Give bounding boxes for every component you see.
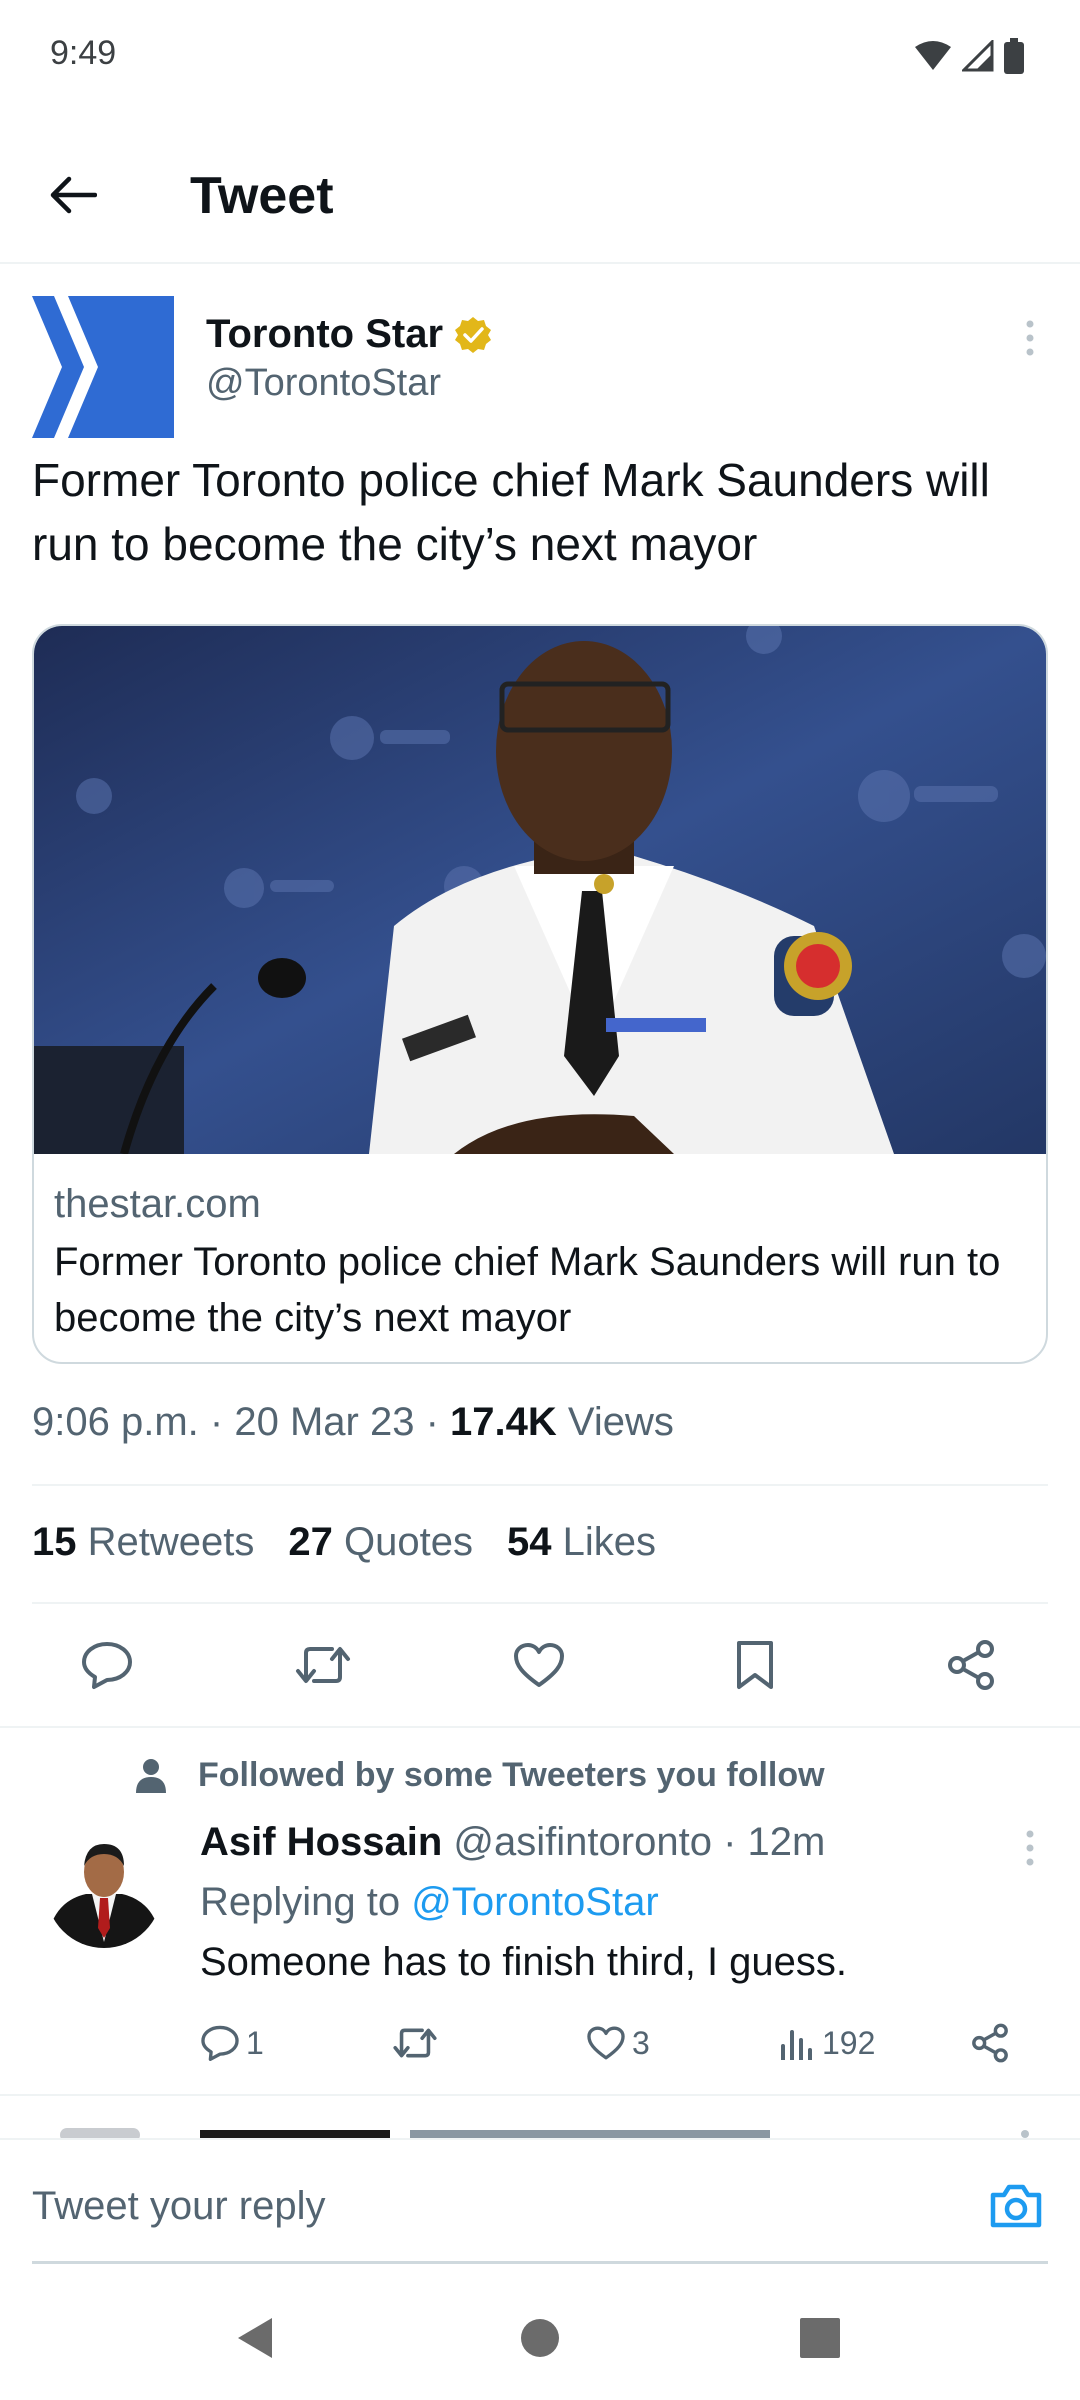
retweets-count: 15 (32, 1520, 77, 1564)
author-avatar[interactable] (32, 296, 174, 438)
more-vertical-icon (1026, 1830, 1034, 1866)
reply-like-count: 3 (632, 2024, 650, 2061)
bookmark-icon (737, 1641, 773, 1689)
card-image (34, 626, 1046, 1154)
quotes-stat[interactable]: 27 Quotes (288, 1520, 473, 1565)
reply-time: · 12m (723, 1820, 826, 1864)
author-name-text: Toronto Star (206, 312, 444, 356)
tweet-text: Former Toronto police chief Mark Saunder… (32, 454, 990, 570)
nav-home-icon (521, 2319, 559, 2357)
reply-icon (82, 1642, 132, 1689)
replying-to-handle[interactable]: @TorontoStar (411, 1880, 658, 1924)
status-icons (914, 38, 1024, 74)
social-context-text: Followed by some Tweeters you follow (198, 1756, 825, 1794)
author-name[interactable]: Toronto Star (206, 312, 493, 357)
reply-like-button[interactable]: 3 (586, 2018, 650, 2068)
next-reply-peek (0, 2118, 1080, 2140)
like-button[interactable] (504, 1630, 574, 1700)
likes-stat[interactable]: 54 Likes (507, 1520, 656, 1565)
wifi-icon (915, 41, 951, 70)
reply-more-button[interactable] (1010, 1828, 1050, 1868)
page-title: Tweet (190, 167, 334, 225)
reply-header: Asif Hossain @asifintoronto · 12m (200, 1820, 825, 1865)
quotes-count: 27 (288, 1520, 333, 1564)
reply-action-bar: 1 3 192 (200, 2018, 1060, 2068)
more-vertical-icon (1026, 320, 1034, 356)
tweet-more-button[interactable] (1010, 318, 1050, 358)
status-bar: 9:49 (0, 0, 1080, 112)
link-card[interactable]: thestar.com Former Toronto police chief … (32, 624, 1048, 1364)
verified-badge-icon (455, 316, 492, 353)
reply-avatar-image (46, 1832, 162, 1948)
tweet-action-bar (0, 1630, 1080, 1700)
person-icon (136, 1758, 166, 1793)
social-context: Followed by some Tweeters you follow (134, 1756, 825, 1795)
reply-author-name[interactable]: Asif Hossain (200, 1820, 442, 1864)
reply-avatar[interactable] (46, 1832, 162, 1948)
likes-count: 54 (506, 1520, 552, 1564)
share-icon (972, 2023, 1008, 2063)
nav-home-button[interactable] (510, 2308, 570, 2368)
reply-icon (201, 2025, 239, 2061)
meta-separator: · (209, 1400, 224, 1444)
camera-button[interactable] (988, 2178, 1044, 2234)
reply-text: Someone has to finish third, I guess. (200, 1940, 848, 1984)
replying-to-label: Replying to (200, 1880, 401, 1924)
nav-back-icon (238, 2318, 272, 2358)
reply-view-count: 192 (822, 2024, 876, 2061)
reply-views-button[interactable]: 192 (780, 2018, 875, 2068)
cell-signal-icon (962, 40, 994, 72)
nav-recents-icon (800, 2318, 840, 2358)
views-count: 17.4K (450, 1400, 557, 1444)
back-arrow-icon (50, 176, 97, 214)
reply-share-button[interactable] (970, 2018, 1010, 2068)
retweet-icon (393, 2028, 437, 2058)
quotes-label: Quotes (344, 1520, 473, 1564)
reply-retweet-button[interactable] (392, 2018, 438, 2068)
system-nav-bar (0, 2264, 1080, 2400)
reply-button[interactable] (72, 1630, 142, 1700)
meta-separator: · (425, 1400, 439, 1444)
likes-label: Likes (562, 1520, 656, 1564)
share-button[interactable] (936, 1630, 1006, 1700)
reply-reply-button[interactable]: 1 (200, 2018, 264, 2068)
card-title: Former Toronto police chief Mark Saunder… (54, 1240, 1001, 1340)
retweets-label: Retweets (87, 1520, 255, 1564)
tweet-time: 9:06 p.m. (32, 1400, 199, 1444)
like-icon (587, 2026, 625, 2060)
nav-recents-button[interactable] (790, 2308, 850, 2368)
bookmark-button[interactable] (720, 1630, 790, 1700)
back-button[interactable] (40, 162, 106, 228)
author-handle: @TorontoStar (206, 362, 442, 404)
reply-author-handle[interactable]: @asifintoronto (453, 1820, 712, 1864)
retweet-button[interactable] (288, 1630, 358, 1700)
tweet-date: 20 Mar 23 (234, 1400, 415, 1444)
camera-icon (990, 2184, 1042, 2228)
toronto-star-logo (32, 296, 174, 438)
tweet-meta: 9:06 p.m. · 20 Mar 23 · 17.4K Views (32, 1400, 674, 1445)
tweet-stats: 15 Retweets 27 Quotes 54 Likes (32, 1520, 656, 1565)
card-domain: thestar.com (54, 1182, 261, 1226)
divider (32, 1484, 1048, 1486)
retweet-icon (296, 1647, 350, 1683)
top-app-bar: Tweet (0, 112, 1080, 264)
reply-reply-count: 1 (246, 2024, 264, 2061)
next-reply-partial (60, 2128, 1029, 2140)
divider (32, 1602, 1048, 1604)
reply-composer: Tweet your reply (0, 2138, 1080, 2264)
retweets-stat[interactable]: 15 Retweets (32, 1520, 254, 1565)
section-divider (0, 2094, 1080, 2096)
status-time: 9:49 (50, 34, 117, 72)
views-label: Views (567, 1400, 674, 1444)
section-divider (0, 1726, 1080, 1728)
nav-back-button[interactable] (226, 2308, 286, 2368)
like-icon (514, 1643, 564, 1687)
share-icon (948, 1640, 994, 1690)
views-icon (781, 2030, 812, 2060)
battery-icon (1004, 38, 1024, 74)
reply-input[interactable]: Tweet your reply (32, 2184, 325, 2229)
replying-to: Replying to @TorontoStar (200, 1880, 659, 1925)
